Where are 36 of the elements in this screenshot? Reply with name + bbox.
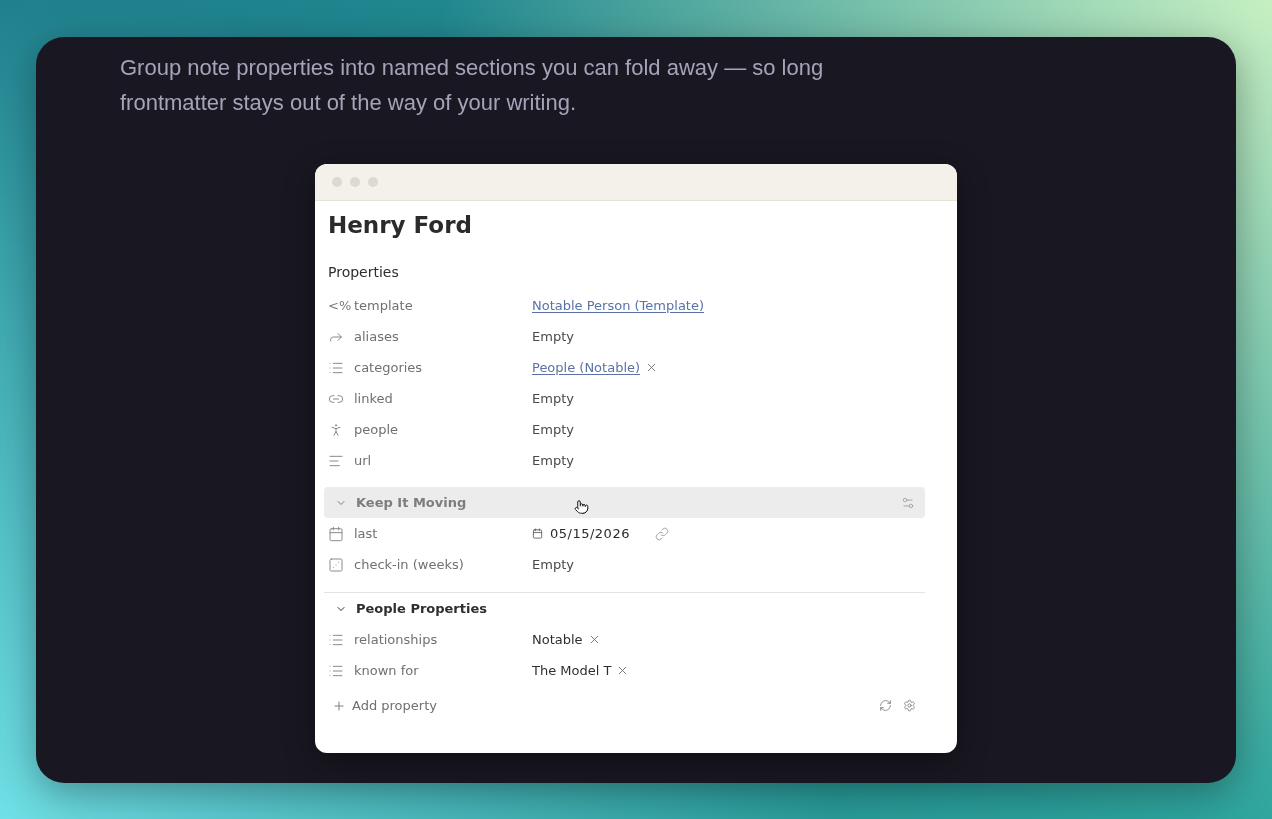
property-label: relationships xyxy=(354,630,439,649)
properties-heading: Properties xyxy=(327,263,400,282)
dice-icon xyxy=(328,556,344,573)
empty-value-field[interactable]: Empty xyxy=(532,450,574,471)
person-icon xyxy=(328,421,344,438)
property-label: categories xyxy=(354,358,424,377)
add-property-button[interactable]: Add property xyxy=(324,695,437,716)
empty-value-field[interactable]: Empty xyxy=(532,388,574,409)
small-calendar-icon xyxy=(532,528,543,539)
empty-value-field[interactable]: Empty xyxy=(532,554,574,575)
settings-icon[interactable] xyxy=(903,699,916,712)
section-header[interactable]: People Properties xyxy=(324,593,925,624)
property-label: last xyxy=(354,524,379,543)
tag-value: The Model T xyxy=(532,661,612,680)
tag-value: Notable xyxy=(532,630,583,649)
calendar-icon xyxy=(328,525,344,542)
property-label: template xyxy=(354,296,414,315)
property-label: check-in (weeks) xyxy=(354,555,465,574)
plus-icon xyxy=(332,698,346,713)
property-label: aliases xyxy=(354,327,400,346)
property-label: url xyxy=(354,451,373,470)
note-link[interactable]: People (Notable) xyxy=(532,357,641,378)
empty-value-field[interactable]: Empty xyxy=(532,326,574,347)
note-link[interactable]: Notable Person (Template) xyxy=(532,295,704,316)
intro-text: Group note properties into named sections you can fold away — so long frontmatter stays out of the way of your writing. xyxy=(120,54,825,117)
date-value-field[interactable]: 05/15/2026 xyxy=(550,523,630,544)
hand-cursor-icon xyxy=(574,498,589,516)
sliders-icon[interactable] xyxy=(901,495,915,510)
link-icon[interactable] xyxy=(654,526,669,541)
refresh-icon[interactable] xyxy=(879,699,892,712)
empty-value-field[interactable]: Empty xyxy=(532,419,574,440)
code-glyph-icon: <% xyxy=(328,297,352,314)
property-label: linked xyxy=(354,389,394,408)
note-title: Henry Ford xyxy=(327,211,473,240)
property-label: known for xyxy=(354,661,420,680)
property-label: people xyxy=(354,420,400,439)
